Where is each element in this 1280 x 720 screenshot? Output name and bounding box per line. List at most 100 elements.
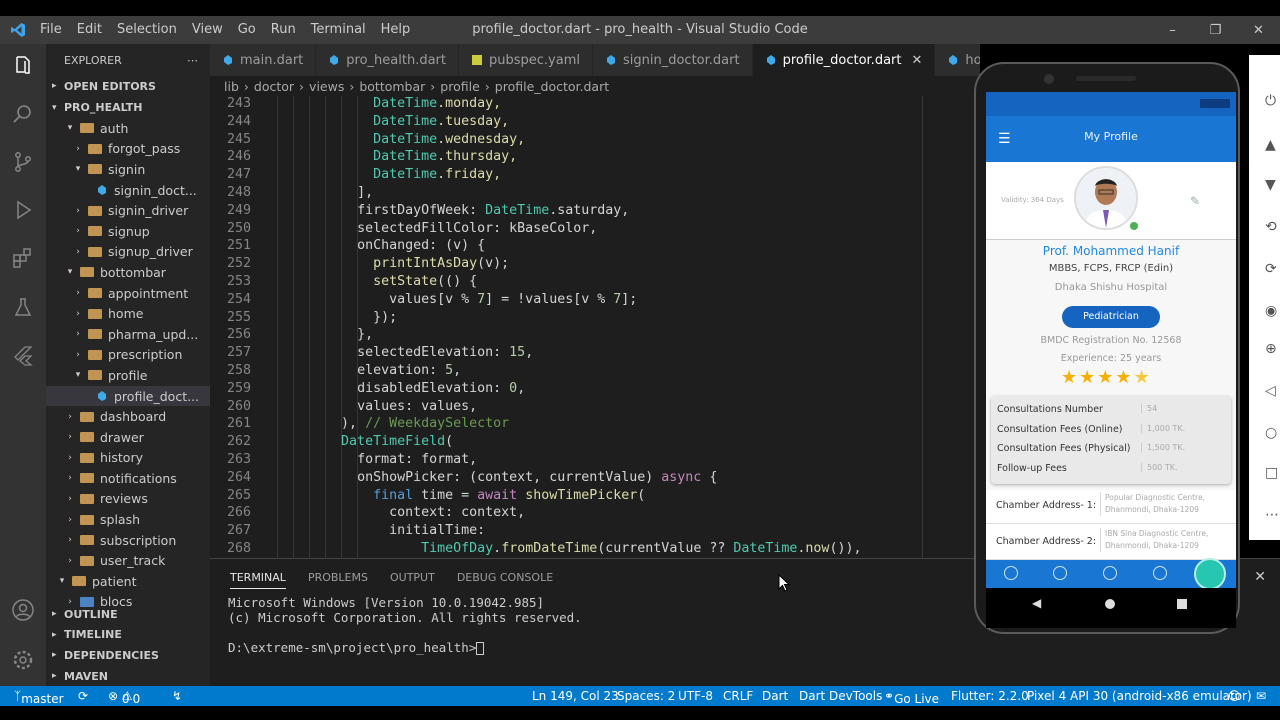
lightning-icon[interactable]: ↯ [172,689,182,703]
tab-debug-console[interactable]: DEBUG CONSOLE [457,571,553,589]
flutter-version[interactable]: Flutter: 2.2.0 [951,689,1029,703]
tree-item[interactable]: › dashboard [46,406,210,427]
tree-item[interactable]: › pharma_upd... [46,324,210,345]
emu-back-icon[interactable]: ◁ [1265,383,1280,399]
rotate-right-icon[interactable]: ⟳ [1265,261,1280,277]
indentation-status[interactable]: Spaces: 2 [617,689,675,703]
emu-overview-icon[interactable]: □ [1265,465,1280,481]
breadcrumb-item[interactable]: views [309,79,344,94]
minimize-icon[interactable]: – [1151,16,1194,44]
more-icon[interactable]: ⋯ [1265,507,1280,523]
recents-icon[interactable] [1177,599,1187,609]
nav-home-icon[interactable] [1103,566,1117,580]
breadcrumb-item[interactable]: doctor [254,79,294,94]
restore-icon[interactable]: ❐ [1194,16,1237,44]
project-section[interactable]: ▾ PRO_HEALTH [46,97,210,118]
breadcrumb-item[interactable]: profile_doctor.dart [495,79,609,94]
tree-item[interactable]: › history [46,448,210,469]
emu-home-icon[interactable]: ○ [1265,425,1280,441]
settings-gear-icon[interactable] [11,648,35,672]
dependencies-section[interactable]: ▸ DEPENDENCIES [46,645,210,666]
tree-item[interactable]: › prescription [46,345,210,366]
more-actions-icon[interactable]: ⋯ [187,54,198,67]
testing-flask-icon[interactable] [11,296,35,320]
editor-tab[interactable]: home_docto [935,44,980,76]
tree-item[interactable]: › splash [46,509,210,530]
code-editor[interactable]: 243 DateTime.monday, 244 DateTime.tuesday… [210,96,980,558]
tree-item[interactable]: ▾ signin [46,159,210,180]
search-icon[interactable] [11,102,35,126]
breadcrumb-item[interactable]: bottombar [359,79,425,94]
editor-tab[interactable]: profile_doctor.dart ✕ [752,44,936,76]
fab-button[interactable] [1194,558,1226,590]
feedback-icon[interactable]: ☺ [1228,689,1241,703]
tree-item[interactable]: › drawer [46,427,210,448]
nav-appointment-icon[interactable] [1053,566,1067,580]
tab-output[interactable]: OUTPUT [390,571,435,589]
back-icon[interactable]: ◀ [1032,596,1041,610]
eol-status[interactable]: CRLF [723,689,753,703]
screenshot-camera-icon[interactable]: ◉ [1265,303,1280,319]
tree-item[interactable]: › appointment [46,283,210,304]
zoom-icon[interactable]: ⊕ [1265,341,1280,357]
tree-item[interactable]: ▾ bottombar [46,262,210,283]
nav-profile-icon[interactable] [1004,566,1018,580]
tree-item[interactable]: › reviews [46,489,210,510]
editor-tab[interactable]: signin_doctor.dart [592,44,753,76]
notifications-bell-icon[interactable]: ✉ [1256,689,1266,703]
breadcrumb-item[interactable]: profile [440,79,479,94]
tree-item[interactable]: › user_track [46,550,210,571]
tree-item[interactable]: ▾ profile [46,365,210,386]
outline-section[interactable]: ▸ OUTLINE [46,604,210,625]
timeline-section[interactable]: ▸ TIMELINE [46,625,210,646]
run-debug-icon[interactable] [11,198,35,222]
cursor-position[interactable]: Ln 149, Col 23 [532,689,619,703]
editor-tab[interactable]: pro_health.dart [316,44,459,76]
encoding-status[interactable]: UTF-8 [678,689,713,703]
editor-tab[interactable]: pubspec.yaml [459,44,593,76]
power-icon[interactable]: ⏻ [1265,93,1280,109]
account-icon[interactable] [11,598,35,622]
tree-item[interactable]: › notifications [46,468,210,489]
tree-item[interactable]: › subscription [46,530,210,551]
close-panel-icon[interactable]: ✕ [1254,569,1266,585]
breadcrumb-item[interactable]: lib [224,79,239,94]
tab-terminal[interactable]: TERMINAL [230,571,286,589]
tree-item[interactable]: ▾ auth [46,118,210,139]
source-control-icon[interactable] [11,150,35,174]
tree-item[interactable]: › home [46,303,210,324]
flutter-icon[interactable] [11,344,35,368]
tree-item[interactable]: › signup [46,221,210,242]
sync-icon[interactable]: ⟳ [78,689,88,703]
language-status[interactable]: Dart [762,689,788,703]
tree-item[interactable]: ▾ patient [46,571,210,592]
phone-screen[interactable]: ☰ My Profile Validity: 364 Days ✎ Prof. … [986,92,1236,628]
tree-item[interactable]: profile_doct... [46,385,210,407]
tree-item[interactable]: › signin_driver [46,200,210,221]
tree-item[interactable]: › forgot_pass [46,139,210,160]
go-live-button[interactable]: ⚭ Go Live [884,689,939,706]
terminal-output[interactable]: Microsoft Windows [Version 10.0.19042.98… [228,595,582,655]
star-full-icon: ★ [1097,367,1114,388]
close-tab-icon[interactable]: ✕ [911,53,922,68]
branch-status[interactable]: ᛉ master [14,689,64,706]
chevron-right-icon: › [76,288,80,299]
tree-item[interactable]: › signup_driver [46,242,210,263]
maven-section[interactable]: ▸ MAVEN [46,666,210,686]
close-window-icon[interactable]: ✕ [1237,16,1280,44]
editor-tab[interactable]: main.dart [210,44,317,76]
volume-up-icon[interactable]: ▲ [1265,137,1280,153]
volume-down-icon[interactable]: ▼ [1265,177,1280,193]
nav-prescription-icon[interactable] [1153,566,1167,580]
open-editors-section[interactable]: ▸ OPEN EDITORS [46,75,210,97]
edit-icon[interactable]: ✎ [1190,194,1200,208]
device-status[interactable]: Pixel 4 API 30 (android-x86 emulator) [1027,689,1252,703]
extensions-icon[interactable] [11,246,35,270]
tab-problems[interactable]: PROBLEMS [308,571,368,589]
devtools-status[interactable]: Dart DevTools [799,689,882,703]
rotate-left-icon[interactable]: ⟲ [1265,219,1280,235]
problems-status[interactable]: ⊗ 0 ⚠ 0 [108,689,140,706]
tree-item[interactable]: signin_doct... [46,180,210,201]
explorer-icon[interactable] [11,54,35,78]
home-button-icon[interactable] [1105,599,1115,609]
